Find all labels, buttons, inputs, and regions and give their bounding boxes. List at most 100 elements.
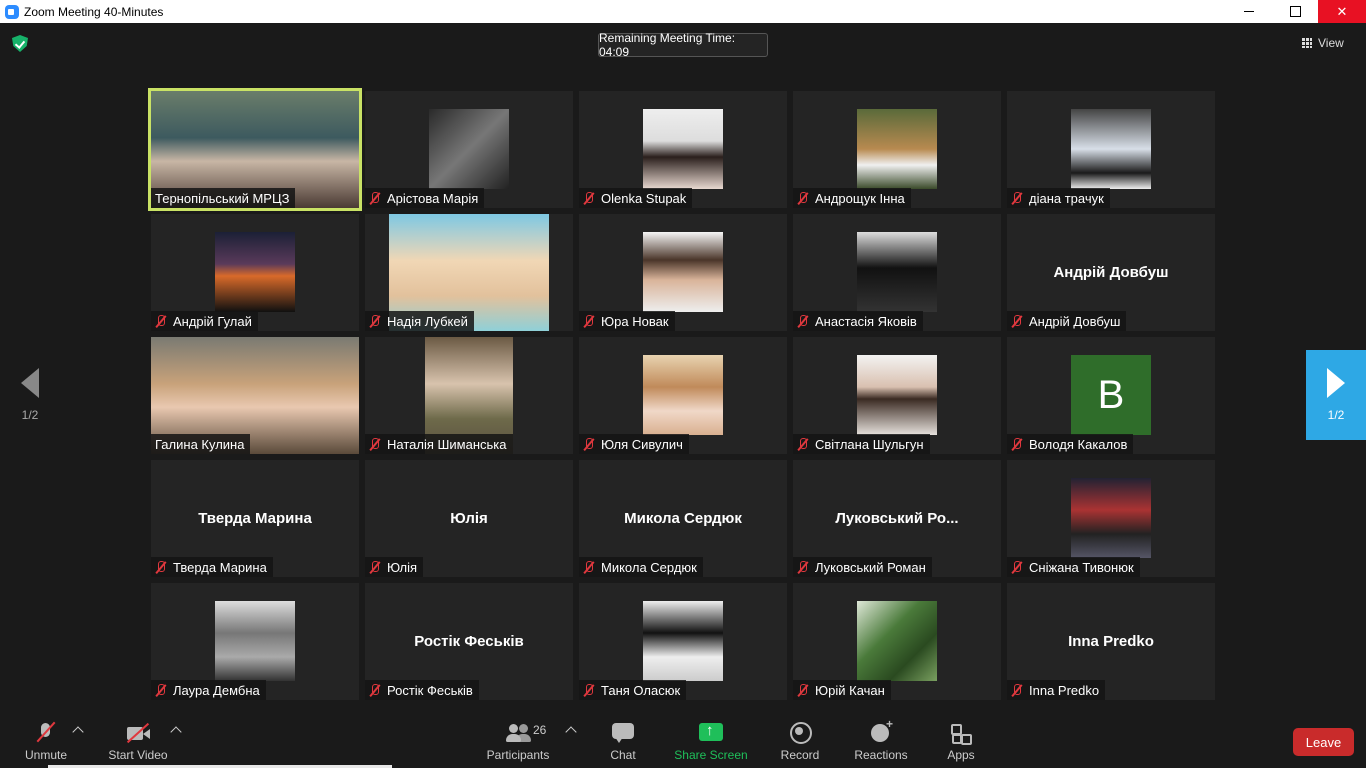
arrow-left-icon (21, 368, 39, 398)
reactions-emoji-icon (869, 717, 893, 744)
participant-tile[interactable]: Ростік Феськів Ростік Феськів (365, 583, 573, 700)
participant-tile[interactable]: Світлана Шульгун (793, 337, 1001, 454)
participant-name: Тверда Марина (173, 559, 267, 575)
participant-tile[interactable]: Андрощук Інна (793, 91, 1001, 208)
participant-tile[interactable]: Микола Сердюк Микола Сердюк (579, 460, 787, 577)
participant-tile[interactable]: Юрій Качан (793, 583, 1001, 700)
participant-name: Наталія Шиманська (387, 436, 507, 452)
mic-muted-icon (369, 191, 381, 205)
video-options-caret-icon[interactable] (170, 726, 182, 738)
participant-name: Ростік Феськів (387, 682, 473, 698)
mic-muted-icon (1011, 191, 1023, 205)
maximize-button[interactable] (1272, 0, 1318, 23)
close-icon: ✕ (1336, 3, 1348, 19)
participant-tile[interactable]: Тернопільський МРЦЗ (148, 88, 362, 211)
zoom-app-icon (5, 4, 19, 19)
participant-name-label: Olenka Stupak (579, 188, 693, 208)
shield-check-icon[interactable] (12, 35, 28, 52)
page-indicator: 1/2 (1327, 408, 1345, 422)
participant-name: Надія Лубкей (387, 313, 468, 329)
participant-name: Арістова Марія (387, 190, 479, 206)
participant-tile[interactable]: Анастасія Яковів (793, 214, 1001, 331)
participant-name-label: Юрій Качан (793, 680, 891, 700)
unmute-button[interactable]: Unmute (22, 714, 70, 768)
participants-count: 26 (533, 723, 547, 737)
participant-tile[interactable]: Сніжана Тивонюк (1007, 460, 1215, 577)
window-titlebar: Zoom Meeting 40-Minutes ✕ (0, 0, 1366, 23)
participant-tile[interactable]: Юля Сивулич (579, 337, 787, 454)
participant-name: Андрій Гулай (173, 313, 252, 329)
participant-tile[interactable]: Лаура Дембна (151, 583, 359, 700)
mic-muted-icon (583, 560, 595, 574)
participant-tile[interactable]: Арістова Марія (365, 91, 573, 208)
share-screen-icon (699, 722, 723, 744)
gallery-grid: Тернопільський МРЦЗ Арістова Марія Olenk… (148, 88, 1215, 700)
participant-name-label: Юля Сивулич (579, 434, 689, 454)
record-button[interactable]: Record (778, 714, 822, 768)
participant-name-label: Тверда Марина (151, 557, 273, 577)
record-label: Record (780, 748, 820, 762)
leave-button[interactable]: Leave (1293, 728, 1354, 756)
participant-tile[interactable]: Olenka Stupak (579, 91, 787, 208)
minimize-button[interactable] (1226, 0, 1272, 23)
participants-button[interactable]: 26 Participants (484, 714, 552, 768)
participant-tile[interactable]: Надія Лубкей (365, 214, 573, 331)
mic-muted-icon (797, 437, 809, 451)
share-screen-button[interactable]: Share Screen (674, 714, 748, 768)
participant-name: Лаура Дембна (173, 682, 260, 698)
participant-name: Андрій Довбуш (1029, 313, 1121, 329)
reactions-button[interactable]: Reactions (852, 714, 910, 768)
view-button[interactable]: View (1302, 32, 1362, 54)
participant-tile[interactable]: діана трачук (1007, 91, 1215, 208)
camera-off-icon (126, 722, 150, 744)
start-video-button[interactable]: Start Video (106, 714, 170, 768)
reactions-label: Reactions (854, 748, 908, 762)
letter-avatar: B (1071, 355, 1151, 435)
participant-name: Микола Сердюк (601, 559, 697, 575)
mic-muted-icon (797, 191, 809, 205)
record-icon (788, 722, 812, 744)
participant-name-label: Анастасія Яковів (793, 311, 923, 331)
participant-tile[interactable]: Андрій Довбуш Андрій Довбуш (1007, 214, 1215, 331)
participant-tile[interactable]: Юлія Юлія (365, 460, 573, 577)
participant-name-label: Лаура Дембна (151, 680, 266, 700)
participant-name-label: Андрощук Інна (793, 188, 911, 208)
participant-tile[interactable]: B Володя Какалов (1007, 337, 1215, 454)
participant-tile[interactable]: Таня Оласюк (579, 583, 787, 700)
participant-name-label: Володя Какалов (1007, 434, 1134, 454)
mic-muted-icon (369, 314, 381, 328)
mic-muted-icon (583, 437, 595, 451)
previous-page-button[interactable]: 1/2 (0, 350, 60, 440)
apps-button[interactable]: Apps (944, 714, 978, 768)
participant-tile[interactable]: Андрій Гулай (151, 214, 359, 331)
participant-tile[interactable]: Inna Predko Inna Predko (1007, 583, 1215, 700)
close-button[interactable]: ✕ (1318, 0, 1366, 23)
participant-name-label: діана трачук (1007, 188, 1110, 208)
participant-tile[interactable]: Наталія Шиманська (365, 337, 573, 454)
participant-name: Юля Сивулич (601, 436, 683, 452)
participant-tile[interactable]: Тверда Марина Тверда Марина (151, 460, 359, 577)
participant-photo (643, 601, 723, 681)
participant-tile[interactable]: Луковський Ро... Луковський Роман (793, 460, 1001, 577)
participant-tile[interactable]: Юра Новак (579, 214, 787, 331)
audio-options-caret-icon[interactable] (72, 726, 84, 738)
participant-name: Юра Новак (601, 313, 669, 329)
participant-name-label: Арістова Марія (365, 188, 485, 208)
participant-name: Анастасія Яковів (815, 313, 917, 329)
participant-name-label: Луковський Роман (793, 557, 932, 577)
participant-name: Галина Кулина (155, 436, 245, 452)
participant-name-label: Inna Predko (1007, 680, 1106, 700)
participants-options-caret-icon[interactable] (565, 726, 577, 738)
participant-name-label: Сніжана Тивонюк (1007, 557, 1140, 577)
mic-muted-icon (797, 314, 809, 328)
chat-button[interactable]: Chat (604, 714, 642, 768)
participant-name-label: Галина Кулина (151, 434, 251, 454)
next-page-button[interactable]: 1/2 (1306, 350, 1366, 440)
participant-name: Тернопільський МРЦЗ (155, 190, 290, 206)
unmute-label: Unmute (24, 748, 68, 762)
mic-muted-icon (1011, 437, 1023, 451)
participant-name: Юрій Качан (815, 682, 885, 698)
participant-name-label: Надія Лубкей (365, 311, 474, 331)
participant-tile[interactable]: Галина Кулина (151, 337, 359, 454)
apps-label: Apps (947, 748, 975, 762)
